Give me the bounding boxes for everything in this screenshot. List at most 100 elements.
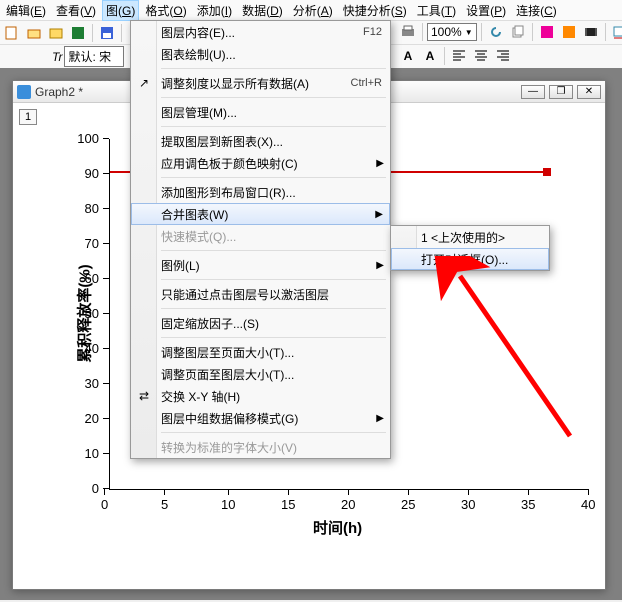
- menu-c[interactable]: 连接(C): [512, 0, 561, 21]
- menu-item[interactable]: 图层中组数据偏移模式(G)▶: [131, 407, 390, 429]
- menu-p[interactable]: 设置(P): [462, 0, 510, 21]
- font-selector[interactable]: 默认: 宋: [64, 46, 124, 67]
- menu-separator: [161, 432, 386, 433]
- submenu-arrow-icon: ▶: [376, 413, 384, 424]
- align-right-button[interactable]: [493, 46, 513, 66]
- menu-item-label: 提取图层到新图表(X)...: [161, 133, 283, 150]
- graph-menu-dropdown: 图层内容(E)... F12 图表绘制(U)... ↗ 调整刻度以显示所有数据(A) Ct…: [130, 20, 391, 459]
- menu-item[interactable]: ⇄交换 X-Y 轴(H): [131, 385, 390, 407]
- menu-shortcut: F12: [363, 26, 382, 38]
- menu-separator: [161, 177, 386, 178]
- menu-item-label: 交换 X-Y 轴(H): [161, 388, 240, 405]
- menu-item[interactable]: 只能通过点击图层号以激活图层: [131, 283, 390, 305]
- menu-v[interactable]: 查看(V): [52, 0, 100, 21]
- menu-item-label: 快速模式(Q)...: [161, 228, 236, 245]
- minimize-button[interactable]: —: [521, 85, 545, 99]
- menu-item[interactable]: 合并图表(W)▶: [131, 203, 390, 225]
- y-tick-label: 80: [71, 201, 103, 216]
- copy-page-button[interactable]: [508, 22, 528, 42]
- menu-o[interactable]: 格式(O): [141, 0, 190, 21]
- menu-item-label: 图层管理(M)...: [161, 104, 237, 121]
- submenu-arrow-icon: ▶: [376, 260, 384, 271]
- menu-item-label: 调整刻度以显示所有数据(A): [161, 75, 309, 92]
- menu-item[interactable]: 图层管理(M)...: [131, 101, 390, 123]
- refresh-button[interactable]: [486, 22, 506, 42]
- new-folder-button[interactable]: [24, 23, 44, 43]
- new-project-button[interactable]: [2, 23, 22, 43]
- y-tick: 100: [71, 131, 109, 146]
- menu-e[interactable]: 编辑(E): [2, 0, 50, 21]
- align-center-button[interactable]: [471, 46, 491, 66]
- x-tick: 25: [401, 489, 415, 512]
- menu-item-label: 转换为标准的字体大小(V): [161, 439, 297, 456]
- menu-item[interactable]: 图层内容(E)... F12: [131, 21, 390, 43]
- x-tick-label: 20: [341, 497, 355, 512]
- x-tick: 10: [221, 489, 235, 512]
- font-color-button[interactable]: A: [398, 46, 418, 66]
- y-tick: 80: [71, 201, 109, 216]
- y-axis-label: 累积释放率(%): [74, 264, 95, 362]
- y-tick-label: 100: [71, 131, 103, 146]
- menu-item-label: 图例(L): [161, 257, 200, 274]
- x-tick-label: 30: [461, 497, 475, 512]
- menu-g[interactable]: 图(G): [102, 0, 139, 21]
- menu-item[interactable]: 图表绘制(U)...: [131, 43, 390, 65]
- menu-item[interactable]: 固定缩放因子...(S): [131, 312, 390, 334]
- y-tick-label: 30: [71, 376, 103, 391]
- close-button[interactable]: ✕: [577, 85, 601, 99]
- font-selector-label: 默认: 宋: [68, 48, 111, 65]
- x-tick-label: 0: [101, 497, 108, 512]
- y-axis: [109, 139, 110, 489]
- menu-item-label: 调整图层至页面大小(T)...: [161, 344, 294, 361]
- menu-item[interactable]: 应用调色板于颜色映射(C)▶: [131, 152, 390, 174]
- menu-item-label: 添加图形到布局窗口(R)...: [161, 184, 296, 201]
- window-orange-button[interactable]: [559, 22, 579, 42]
- y-tick-label: 0: [71, 481, 103, 496]
- text-toolbar-glyph: Tr: [52, 50, 62, 64]
- menu-item[interactable]: 添加图形到布局窗口(R)...: [131, 181, 390, 203]
- menu-item[interactable]: 图例(L) ▶: [131, 254, 390, 276]
- menu-i[interactable]: 添加(I): [193, 0, 236, 21]
- menu-s[interactable]: 快捷分析(S): [339, 0, 411, 21]
- window-magenta-button[interactable]: [537, 22, 557, 42]
- menu-d[interactable]: 数据(D): [238, 0, 287, 21]
- open-excel-button[interactable]: [68, 23, 88, 43]
- menu-item: 快速模式(Q)...: [131, 225, 390, 247]
- x-tick: 20: [341, 489, 355, 512]
- menu-item[interactable]: 调整图层至页面大小(T)...: [131, 341, 390, 363]
- menu-t[interactable]: 工具(T): [413, 0, 460, 21]
- y-tick: 30: [71, 376, 109, 391]
- menu-separator: [161, 250, 386, 251]
- menu-separator: [161, 97, 386, 98]
- menu-item[interactable]: 提取图层到新图表(X)...: [131, 130, 390, 152]
- slideshow-button[interactable]: [610, 22, 622, 42]
- submenu-item[interactable]: 1 <上次使用的>: [391, 226, 549, 248]
- x-tick: 0: [101, 489, 108, 512]
- maximize-button[interactable]: ❐: [549, 85, 573, 99]
- menu-item-label: 图层内容(E)...: [161, 24, 235, 41]
- menu-item: 转换为标准的字体大小(V): [131, 436, 390, 458]
- submenu-item-label: 打开对话框(O)...: [421, 251, 508, 268]
- save-button[interactable]: [97, 23, 117, 43]
- x-tick: 35: [521, 489, 535, 512]
- rescale-icon: ↗: [137, 76, 151, 90]
- align-left-button[interactable]: [449, 46, 469, 66]
- layer-indicator[interactable]: 1: [19, 109, 37, 125]
- print-button[interactable]: [398, 22, 418, 42]
- zoom-selector[interactable]: 100% ▼: [427, 23, 477, 41]
- menu-item-label: 只能通过点击图层号以激活图层: [161, 286, 329, 303]
- menu-shortcut: Ctrl+R: [351, 77, 382, 89]
- bold-button[interactable]: A: [420, 46, 440, 66]
- submenu-item[interactable]: 打开对话框(O)...: [391, 248, 549, 270]
- video-button[interactable]: [581, 22, 601, 42]
- y-tick-label: 20: [71, 411, 103, 426]
- merge-submenu: 1 <上次使用的> 打开对话框(O)...: [390, 225, 550, 271]
- menu-a[interactable]: 分析(A): [289, 0, 337, 21]
- menu-item-label: 应用调色板于颜色映射(C): [161, 155, 298, 172]
- menu-item[interactable]: ↗ 调整刻度以显示所有数据(A) Ctrl+R: [131, 72, 390, 94]
- menu-item[interactable]: 调整页面至图层大小(T)...: [131, 363, 390, 385]
- menu-item-label: 调整页面至图层大小(T)...: [161, 366, 294, 383]
- menubar: 编辑(E)查看(V)图(G)格式(O)添加(I)数据(D)分析(A)快捷分析(S…: [0, 0, 622, 20]
- open-button[interactable]: [46, 23, 66, 43]
- submenu-arrow-icon: ▶: [375, 209, 383, 220]
